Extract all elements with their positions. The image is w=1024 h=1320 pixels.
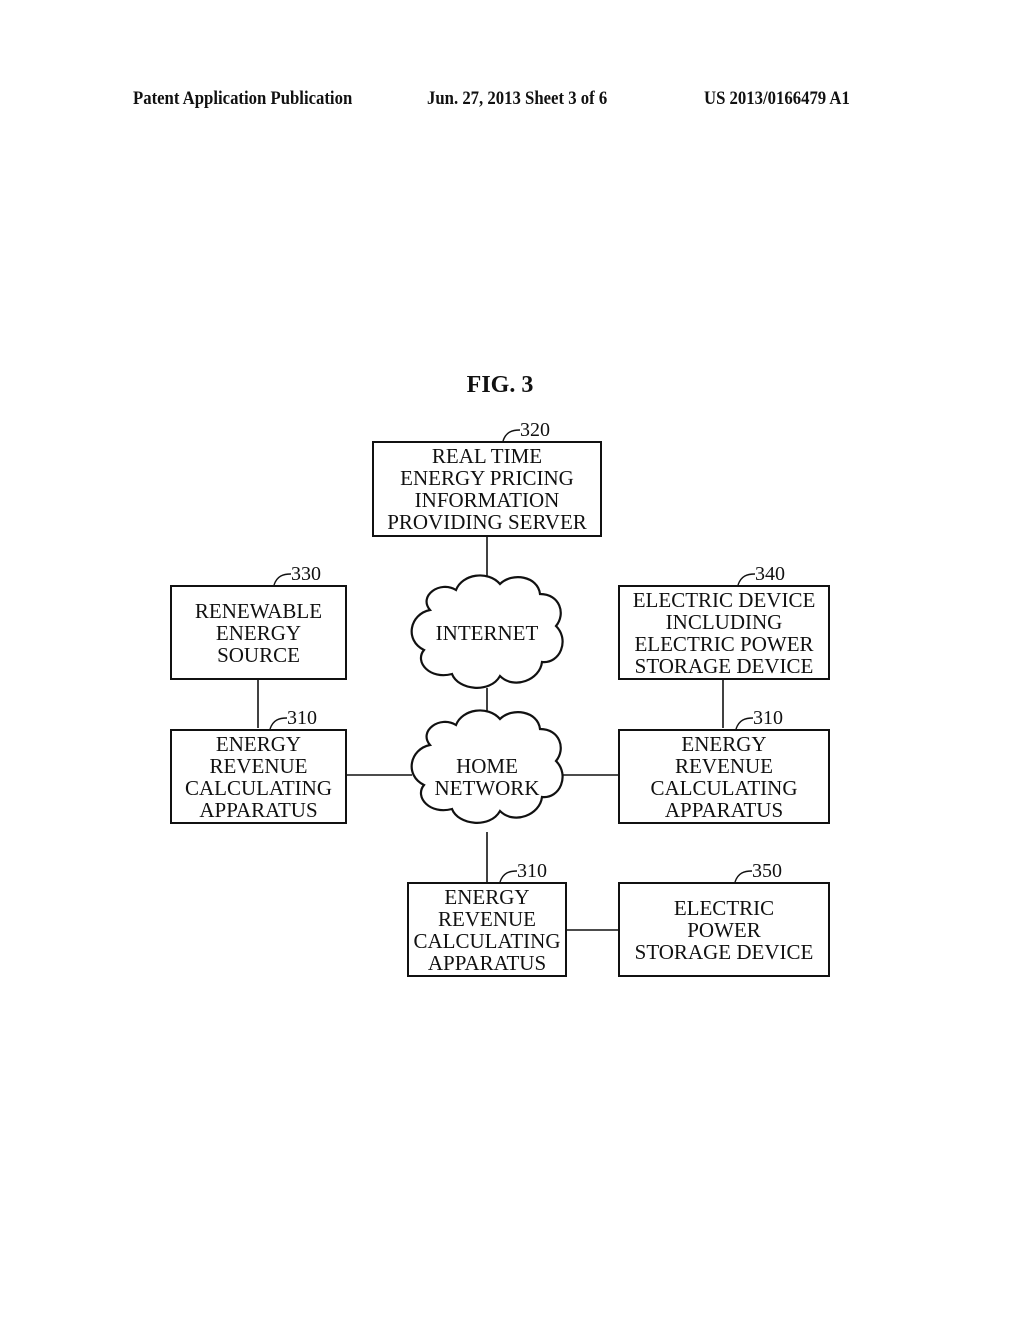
internet-label: INTERNET — [435, 621, 539, 645]
leader-310-right — [735, 717, 754, 730]
leader-320 — [502, 429, 521, 442]
leader-310-bottom — [499, 870, 518, 883]
apparatus-right-label: ENERGY REVENUE CALCULATING APPARATUS — [650, 731, 798, 822]
ref-310-right: 310 — [753, 707, 783, 729]
real-time-pricing-server-box: REAL TIME ENERGY PRICING INFORMATION PRO… — [372, 441, 602, 537]
energy-revenue-apparatus-bottom-box: ENERGY REVENUE CALCULATING APPARATUS — [407, 882, 567, 977]
ref-330: 330 — [291, 563, 321, 585]
storage-label: ELECTRIC POWER STORAGE DEVICE — [634, 895, 814, 964]
electric-device-box: ELECTRIC DEVICE INCLUDING ELECTRIC POWER… — [618, 585, 830, 680]
energy-revenue-apparatus-left-box: ENERGY REVENUE CALCULATING APPARATUS — [170, 729, 347, 824]
leader-310-left — [269, 717, 288, 730]
server-label: REAL TIME ENERGY PRICING INFORMATION PRO… — [387, 444, 587, 534]
electric-device-label: ELECTRIC DEVICE INCLUDING ELECTRIC POWER… — [632, 587, 816, 678]
renewable-energy-source-box: RENEWABLE ENERGY SOURCE — [170, 585, 347, 680]
ref-310-bottom: 310 — [517, 860, 547, 882]
energy-revenue-apparatus-right-box: ENERGY REVENUE CALCULATING APPARATUS — [618, 729, 830, 824]
ref-310-left: 310 — [287, 707, 317, 729]
leader-330 — [273, 573, 292, 586]
leader-350 — [734, 870, 753, 883]
ref-340: 340 — [755, 563, 785, 585]
diagram-connectors — [257, 429, 756, 931]
ref-320: 320 — [520, 419, 550, 441]
apparatus-bottom-label: ENERGY REVENUE CALCULATING APPARATUS — [413, 884, 561, 975]
ref-350: 350 — [752, 860, 782, 882]
home-network-label: HOME NETWORK — [434, 754, 540, 800]
apparatus-left-label: ENERGY REVENUE CALCULATING APPARATUS — [185, 731, 332, 822]
electric-power-storage-device-box: ELECTRIC POWER STORAGE DEVICE — [618, 882, 830, 977]
leader-340 — [737, 573, 756, 586]
renewable-label: RENEWABLE ENERGY SOURCE — [194, 598, 323, 667]
